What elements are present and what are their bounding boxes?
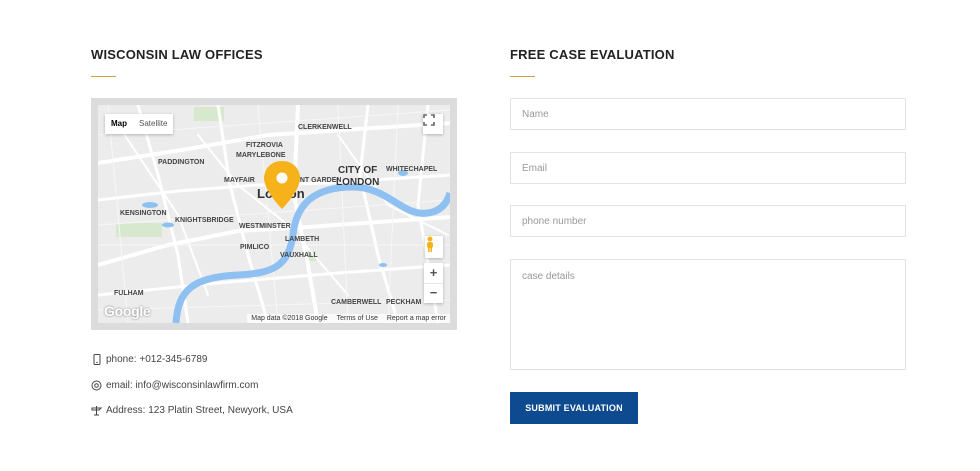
offices-title-underline (91, 76, 116, 77)
case-details-textarea[interactable] (510, 259, 906, 370)
map-label: FITZROVIA (246, 142, 283, 149)
map-label: CITY OF (338, 165, 377, 176)
map-type-map-button[interactable]: Map (105, 114, 133, 134)
google-logo: Google (104, 303, 151, 319)
email-icon (91, 380, 102, 391)
google-map[interactable]: CLERKENWELL FITZROVIA MARYLEBONE PADDING… (98, 105, 450, 323)
map-frame: CLERKENWELL FITZROVIA MARYLEBONE PADDING… (91, 98, 457, 330)
map-label: WHITECHAPEL (386, 166, 438, 173)
phone-icon (91, 354, 102, 365)
map-marker-icon (91, 405, 102, 416)
zoom-control: + − (424, 263, 443, 303)
map-label: FULHAM (114, 290, 144, 297)
lake (379, 263, 387, 267)
report-map-error-link[interactable]: Report a map error (387, 315, 446, 322)
map-label: LONDON (336, 177, 379, 188)
map-label: PADDINGTON (158, 159, 204, 166)
terms-of-use-link[interactable]: Terms of Use (337, 315, 378, 322)
map-label: LAMBETH (285, 236, 319, 243)
map-label: PIMLICO (240, 244, 270, 251)
contact-phone: phone: +012-345-6789 (91, 354, 207, 365)
form-title-underline (510, 76, 535, 77)
contact-address: Address: 123 Platin Street, Newyork, USA (91, 405, 293, 416)
lake (142, 202, 158, 208)
zoom-in-button[interactable]: + (424, 263, 443, 284)
map-type-control: Map Satellite (105, 114, 174, 134)
lake (162, 222, 174, 228)
phone-text: phone: +012-345-6789 (106, 354, 208, 365)
map-label: KENSINGTON (120, 210, 167, 217)
offices-title: WISCONSIN LAW OFFICES (91, 47, 263, 62)
map-canvas[interactable]: CLERKENWELL FITZROVIA MARYLEBONE PADDING… (98, 105, 450, 323)
email-input[interactable] (510, 152, 906, 184)
map-data-text: Map data ©2018 Google (251, 315, 328, 322)
form-title: FREE CASE EVALUATION (510, 47, 675, 62)
map-type-satellite-button[interactable]: Satellite (133, 114, 173, 134)
fullscreen-icon (423, 114, 435, 126)
phone-number-input[interactable] (510, 205, 906, 237)
map-label: MARYLEBONE (236, 152, 286, 159)
zoom-out-button[interactable]: − (424, 284, 443, 303)
map-label: KNIGHTSBRIDGE (175, 217, 234, 224)
map-label: PECKHAM (386, 299, 422, 306)
name-input[interactable] (510, 98, 906, 130)
map-label: CLERKENWELL (298, 124, 352, 131)
contact-email: email: info@wisconsinlawfirm.com (91, 380, 258, 391)
email-text: email: info@wisconsinlawfirm.com (106, 380, 259, 391)
map-label: MAYFAIR (224, 177, 255, 184)
map-label: VAUXHALL (280, 252, 318, 259)
address-text: Address: 123 Platin Street, Newyork, USA (106, 405, 293, 416)
street-view-pegman-button[interactable] (425, 236, 443, 258)
fullscreen-button[interactable] (423, 114, 443, 134)
map-label: WESTMINSTER (239, 223, 291, 230)
map-attribution: Map data ©2018 Google Terms of Use Repor… (247, 314, 450, 323)
pegman-icon (427, 236, 433, 252)
park-area (116, 223, 162, 237)
map-label: CAMBERWELL (331, 299, 382, 306)
submit-evaluation-button[interactable]: SUBMIT EVALUATION (510, 392, 638, 424)
